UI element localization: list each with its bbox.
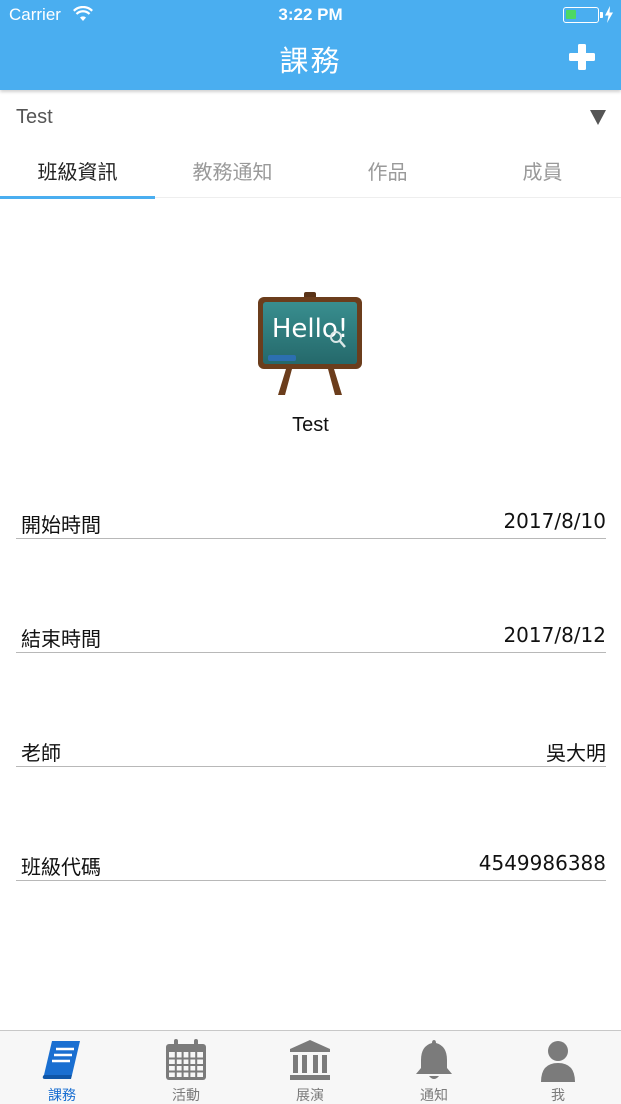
tabbar-label-courses: 課務 bbox=[48, 1088, 76, 1104]
tab-members[interactable]: 成員 bbox=[465, 146, 620, 198]
person-icon bbox=[541, 1041, 575, 1082]
class-selector[interactable]: Test bbox=[0, 90, 621, 144]
info-row-class-code: 班級代碼 4549986388 bbox=[16, 851, 606, 881]
charging-bolt-icon bbox=[605, 6, 613, 23]
triangle-down-icon[interactable] bbox=[589, 109, 607, 126]
class-code-label: 班級代碼 bbox=[21, 855, 101, 879]
chalkboard-icon: Hello! bbox=[258, 292, 362, 395]
end-date-value: 2017/8/12 bbox=[503, 623, 606, 647]
page-title: 課務 bbox=[279, 44, 342, 78]
end-date-label: 結束時間 bbox=[21, 627, 101, 651]
add-button[interactable] bbox=[565, 40, 599, 74]
chalkboard-text: Hello! bbox=[272, 314, 348, 344]
tab-class-info[interactable]: 班級資訊 bbox=[0, 146, 155, 199]
tab-academic-notices[interactable]: 教務通知 bbox=[155, 146, 310, 198]
info-row-end-date: 結束時間 2017/8/12 bbox=[16, 623, 606, 653]
tab-works[interactable]: 作品 bbox=[310, 146, 465, 198]
status-time: 3:22 PM bbox=[278, 5, 343, 24]
book-icon bbox=[42, 1041, 80, 1079]
start-date-value: 2017/8/10 bbox=[503, 509, 606, 533]
bell-icon bbox=[416, 1040, 452, 1079]
selected-class-label: Test bbox=[16, 106, 53, 128]
tabbar-label-notifications: 通知 bbox=[420, 1088, 448, 1104]
plus-icon bbox=[569, 44, 595, 70]
tabbar-item-exhibitions[interactable]: 展演 bbox=[248, 1031, 372, 1104]
teacher-label: 老師 bbox=[21, 741, 61, 765]
status-bar: Carrier 3:22 PM bbox=[0, 0, 621, 30]
tabbar-label-events: 活動 bbox=[172, 1088, 200, 1104]
museum-icon bbox=[290, 1040, 330, 1080]
info-row-teacher: 老師 吳大明 bbox=[16, 737, 606, 767]
tabbar-item-events[interactable]: 活動 bbox=[124, 1031, 248, 1104]
battery-level bbox=[566, 10, 576, 19]
nav-header: Carrier 3:22 PM 課務 bbox=[0, 0, 621, 90]
class-name: Test bbox=[292, 414, 329, 436]
calendar-icon bbox=[166, 1039, 206, 1080]
start-date-label: 開始時間 bbox=[21, 513, 101, 537]
tabbar-item-notifications[interactable]: 通知 bbox=[372, 1031, 496, 1104]
tabbar-label-exhibitions: 展演 bbox=[296, 1088, 324, 1104]
segment-tabs: 班級資訊 教務通知 作品 成員 bbox=[0, 146, 621, 199]
info-row-start-date: 開始時間 2017/8/10 bbox=[16, 509, 606, 539]
class-code-value: 4549986388 bbox=[478, 851, 606, 875]
bottom-tab-bar: 課務 活動 展演 通知 我 bbox=[0, 1030, 621, 1104]
tabbar-label-me: 我 bbox=[551, 1088, 565, 1104]
tabbar-item-me[interactable]: 我 bbox=[496, 1031, 620, 1104]
tabbar-item-courses[interactable]: 課務 bbox=[0, 1031, 124, 1104]
teacher-value: 吳大明 bbox=[546, 741, 606, 765]
battery-icon bbox=[563, 7, 603, 23]
